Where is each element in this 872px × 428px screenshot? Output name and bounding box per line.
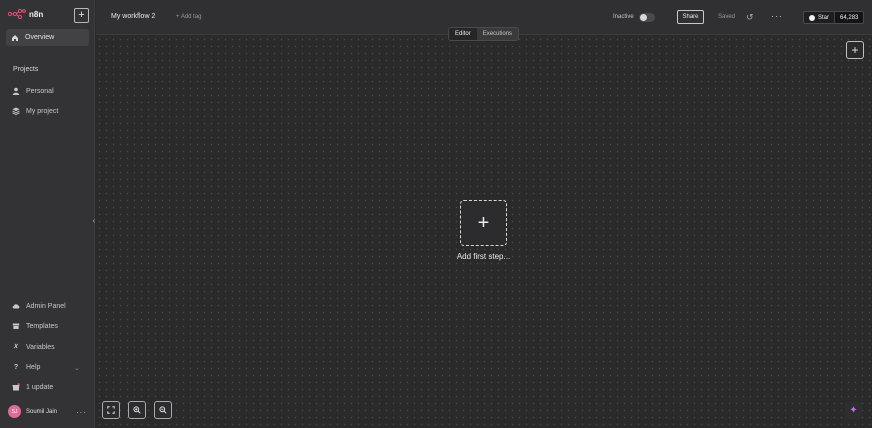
- view-tabs: Editor Executions: [448, 27, 520, 41]
- sidebar-item-label: Overview: [25, 34, 55, 41]
- zoom-out-icon: [159, 406, 167, 414]
- star-count: 64,283: [834, 12, 864, 23]
- user-name: Soumil Jain: [26, 408, 58, 415]
- history-icon[interactable]: ↺: [746, 12, 754, 23]
- add-first-step-button[interactable]: +: [460, 200, 507, 246]
- new-button[interactable]: +: [74, 8, 89, 23]
- logo[interactable]: n8n: [8, 9, 43, 19]
- sidebar-item-personal[interactable]: Personal: [12, 87, 54, 95]
- sidebar: n8n + Overview Projects Personal My proj…: [0, 0, 95, 428]
- workflow-name[interactable]: My workflow 2: [111, 13, 155, 20]
- variable-icon: 𝑥: [14, 343, 18, 350]
- saved-status: Saved: [718, 14, 736, 20]
- projects-heading: Projects: [13, 66, 39, 73]
- sidebar-item-overview[interactable]: Overview: [6, 29, 89, 46]
- github-star-button[interactable]: Star 64,283: [803, 11, 865, 24]
- plus-icon: +: [851, 43, 859, 57]
- fit-view-button[interactable]: [102, 401, 120, 419]
- user-menu[interactable]: SJ Soumil Jain: [8, 405, 57, 418]
- add-tag-link[interactable]: + Add tag: [176, 14, 202, 20]
- layers-icon: [12, 107, 20, 115]
- sidebar-item-variables[interactable]: 𝑥 Variables: [12, 343, 55, 351]
- github-icon: [809, 14, 815, 21]
- sidebar-item-admin-panel[interactable]: Admin Panel: [12, 302, 66, 310]
- sidebar-item-update[interactable]: 1 update: [12, 383, 53, 391]
- sidebar-item-help[interactable]: ? Help: [12, 363, 41, 371]
- more-horizontal-icon[interactable]: ···: [76, 408, 87, 417]
- sidebar-item-label: Admin Panel: [26, 302, 66, 310]
- app-name: n8n: [29, 9, 44, 19]
- add-first-step-label: Add first step...: [456, 252, 511, 261]
- plus-icon: +: [78, 9, 85, 21]
- question-icon: ?: [13, 363, 19, 371]
- sidebar-item-my-project[interactable]: My project: [12, 107, 58, 115]
- more-horizontal-icon[interactable]: ···: [771, 11, 783, 21]
- tab-executions[interactable]: Executions: [477, 28, 518, 40]
- n8n-logo-icon: [8, 9, 26, 19]
- zoom-in-icon: [133, 406, 141, 414]
- user-icon: [12, 87, 20, 95]
- ai-assistant-button[interactable]: ✦: [845, 402, 862, 419]
- share-button[interactable]: Share: [677, 10, 704, 24]
- chevron-down-icon: ⌄: [74, 365, 80, 372]
- tab-editor[interactable]: Editor: [449, 28, 477, 40]
- sidebar-item-label: 1 update: [26, 383, 54, 391]
- avatar: SJ: [8, 405, 21, 418]
- sidebar-item-label: My project: [26, 107, 59, 115]
- status-label: Inactive: [613, 14, 634, 20]
- cloud-icon: [12, 304, 20, 309]
- home-icon: [12, 34, 18, 41]
- box-icon: [12, 323, 20, 329]
- sidebar-item-label: Variables: [26, 343, 55, 351]
- star-label: Star: [818, 14, 830, 21]
- sidebar-item-templates[interactable]: Templates: [12, 322, 58, 330]
- sidebar-item-label: Help: [26, 363, 41, 371]
- star-left: Star: [804, 12, 835, 23]
- add-node-button[interactable]: +: [846, 41, 864, 59]
- active-toggle[interactable]: [639, 13, 655, 22]
- plus-icon: +: [477, 211, 490, 234]
- zoom-out-button[interactable]: [154, 401, 172, 419]
- zoom-in-button[interactable]: [128, 401, 146, 419]
- sparkle-icon: ✦: [849, 405, 858, 416]
- fullscreen-icon: [107, 406, 115, 414]
- gift-icon: [12, 383, 20, 391]
- sidebar-item-label: Personal: [26, 87, 54, 95]
- sidebar-item-label: Templates: [26, 322, 58, 330]
